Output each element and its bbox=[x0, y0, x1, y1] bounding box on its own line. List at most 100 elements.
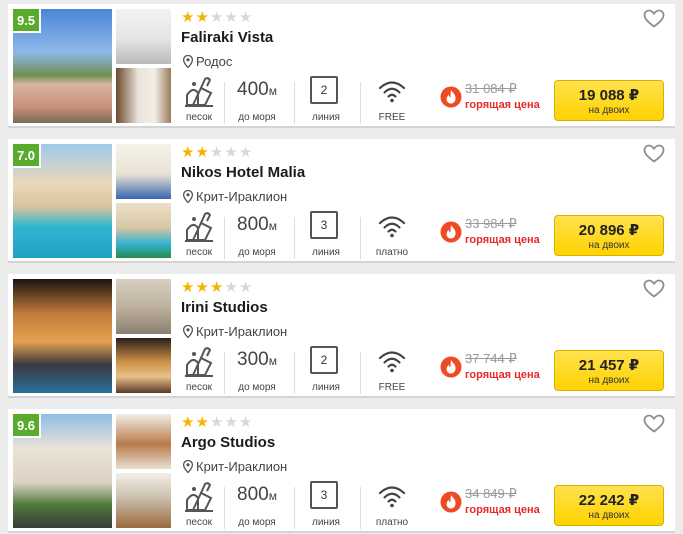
divider bbox=[294, 82, 295, 124]
hotel-photo-thumb[interactable] bbox=[116, 144, 171, 199]
old-price: 31 084 ₽ bbox=[465, 81, 517, 96]
star-filled-icon: ★ bbox=[181, 279, 196, 296]
hotel-card[interactable]: 7.0 ★★★★★ Nikos Hotel Malia Крит-Ираклио… bbox=[8, 139, 675, 263]
hotel-location: Родос bbox=[182, 54, 232, 69]
wifi-label: платно bbox=[375, 247, 409, 258]
line-label: линия bbox=[312, 112, 340, 123]
hotel-name[interactable]: Faliraki Vista bbox=[181, 29, 273, 46]
price-amount: 22 242 ₽ bbox=[578, 492, 640, 509]
wifi-icon bbox=[378, 486, 406, 508]
old-price: 33 984 ₽ bbox=[465, 216, 517, 231]
hotel-photo-thumb[interactable] bbox=[116, 279, 171, 334]
location-text: Крит-Ираклион bbox=[196, 189, 288, 204]
rating-score-badge: 7.0 bbox=[13, 144, 41, 168]
map-pin-icon bbox=[182, 459, 194, 474]
sand-beach-icon bbox=[185, 482, 213, 512]
divider bbox=[294, 217, 295, 259]
hotel-photo-thumb[interactable] bbox=[116, 9, 171, 64]
star-empty-icon: ★ bbox=[238, 414, 254, 431]
hotel-photos[interactable] bbox=[13, 279, 171, 393]
hotel-card[interactable]: ★★★★★ Irini Studios Крит-Ираклион песок … bbox=[8, 274, 675, 398]
wifi-label: платно bbox=[375, 517, 409, 528]
map-pin-icon bbox=[182, 54, 194, 69]
hot-price-label: горящая цена bbox=[465, 504, 540, 516]
hotel-card[interactable]: 9.6 ★★★★★ Argo Studios Крит-Ираклион пес… bbox=[8, 409, 675, 533]
wifi-label: FREE bbox=[378, 112, 406, 123]
favorite-button[interactable] bbox=[643, 9, 665, 33]
star-empty-icon: ★ bbox=[209, 9, 225, 26]
favorite-button[interactable] bbox=[643, 144, 665, 168]
wifi-icon bbox=[378, 81, 406, 103]
line-label: линия bbox=[312, 517, 340, 528]
hotel-photo-main[interactable] bbox=[13, 279, 112, 393]
star-empty-icon: ★ bbox=[238, 9, 254, 26]
distance-label: до моря bbox=[238, 112, 276, 123]
star-empty-icon: ★ bbox=[209, 414, 225, 431]
hotel-location: Крит-Ираклион bbox=[182, 324, 287, 339]
divider bbox=[360, 217, 361, 259]
rating-score-badge: 9.6 bbox=[13, 414, 41, 438]
star-filled-icon: ★ bbox=[181, 9, 196, 26]
hotel-photos[interactable]: 7.0 bbox=[13, 144, 171, 258]
hotel-name[interactable]: Argo Studios bbox=[181, 434, 275, 451]
divider bbox=[224, 82, 225, 124]
old-price: 37 744 ₽ bbox=[465, 351, 517, 366]
line-number: 3 bbox=[310, 481, 338, 509]
favorite-button[interactable] bbox=[643, 279, 665, 303]
star-empty-icon: ★ bbox=[224, 144, 239, 161]
hotel-name[interactable]: Nikos Hotel Malia bbox=[181, 164, 305, 181]
distance-value: 800м bbox=[237, 214, 277, 235]
star-empty-icon: ★ bbox=[209, 144, 225, 161]
divider bbox=[294, 352, 295, 394]
star-rating: ★★★★★ bbox=[181, 10, 253, 25]
star-rating: ★★★★★ bbox=[181, 415, 253, 430]
price-button[interactable]: 22 242 ₽ на двоих bbox=[554, 485, 664, 526]
hotel-photo-thumb[interactable] bbox=[116, 68, 171, 123]
hotel-location: Крит-Ираклион bbox=[182, 459, 287, 474]
divider bbox=[224, 217, 225, 259]
hotel-location: Крит-Ираклион bbox=[182, 189, 288, 204]
beach-type-label: песок bbox=[185, 247, 213, 258]
divider bbox=[360, 82, 361, 124]
star-filled-icon: ★ bbox=[195, 144, 210, 161]
distance-value: 800м bbox=[237, 484, 277, 505]
hotel-card[interactable]: 9.5 ★★★★★ Faliraki Vista Родос песок 400… bbox=[8, 4, 675, 128]
price-subtitle: на двоих bbox=[588, 510, 630, 521]
distance-label: до моря bbox=[238, 247, 276, 258]
distance-value: 400м bbox=[237, 79, 277, 100]
price-button[interactable]: 20 896 ₽ на двоих bbox=[554, 215, 664, 256]
wifi-icon bbox=[378, 351, 406, 373]
flame-icon bbox=[440, 356, 462, 378]
star-filled-icon: ★ bbox=[209, 279, 225, 296]
star-empty-icon: ★ bbox=[238, 144, 254, 161]
hot-price-label: горящая цена bbox=[465, 234, 540, 246]
hotel-name[interactable]: Irini Studios bbox=[181, 299, 268, 316]
sand-beach-icon bbox=[185, 77, 213, 107]
hotel-photo-thumb[interactable] bbox=[116, 203, 171, 258]
price-button[interactable]: 21 457 ₽ на двоих bbox=[554, 350, 664, 391]
star-empty-icon: ★ bbox=[224, 279, 239, 296]
line-number: 3 bbox=[310, 211, 338, 239]
hotel-photos[interactable]: 9.6 bbox=[13, 414, 171, 528]
star-filled-icon: ★ bbox=[195, 414, 210, 431]
price-button[interactable]: 19 088 ₽ на двоих bbox=[554, 80, 664, 121]
wifi-icon bbox=[378, 216, 406, 238]
star-empty-icon: ★ bbox=[238, 279, 254, 296]
flame-icon bbox=[440, 491, 462, 513]
hotel-photos[interactable]: 9.5 bbox=[13, 9, 171, 123]
line-number: 2 bbox=[310, 76, 338, 104]
star-empty-icon: ★ bbox=[224, 9, 239, 26]
star-filled-icon: ★ bbox=[195, 279, 210, 296]
star-filled-icon: ★ bbox=[181, 414, 196, 431]
price-subtitle: на двоих bbox=[588, 375, 630, 386]
line-number: 2 bbox=[310, 346, 338, 374]
divider bbox=[224, 487, 225, 529]
price-amount: 20 896 ₽ bbox=[578, 222, 640, 239]
hotel-photo-thumb[interactable] bbox=[116, 338, 171, 393]
favorite-button[interactable] bbox=[643, 414, 665, 438]
price-subtitle: на двоих bbox=[588, 240, 630, 251]
hotel-photo-thumb[interactable] bbox=[116, 473, 171, 528]
distance-value: 300м bbox=[237, 349, 277, 370]
hotel-photo-thumb[interactable] bbox=[116, 414, 171, 469]
sand-beach-icon bbox=[185, 212, 213, 242]
